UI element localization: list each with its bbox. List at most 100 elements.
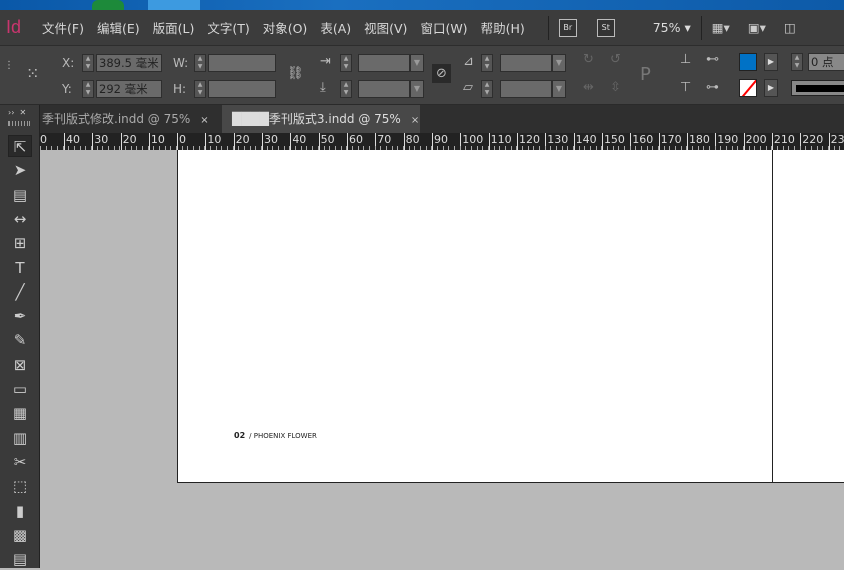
rotate-ccw-icon[interactable]: ↺ <box>610 52 621 67</box>
ruler-tick <box>91 146 93 150</box>
link-scale-icon[interactable]: ⊘ <box>432 64 451 83</box>
page-tool-icon[interactable]: ▤ <box>8 184 32 206</box>
rotation-dropdown[interactable]: ▼ <box>552 54 566 72</box>
menu-7[interactable]: 窗口(W) <box>420 18 467 37</box>
scale-x-icon: ⇥ <box>320 54 331 69</box>
scale-x-stepper[interactable]: ▲ ▼ <box>340 54 352 72</box>
pen-tool-icon[interactable]: ✒ <box>8 305 32 327</box>
pencil-tool-icon[interactable]: ✎ <box>8 329 32 351</box>
bridge-button[interactable]: Br <box>558 18 577 37</box>
menu-3[interactable]: 文字(T) <box>207 18 249 37</box>
ruler-tick <box>119 146 121 150</box>
h-field[interactable] <box>208 80 276 98</box>
close-icon[interactable]: × <box>200 115 208 126</box>
ruler-label: 70 <box>375 133 391 150</box>
rotate-cw-icon[interactable]: ↻ <box>583 52 594 67</box>
menu-8[interactable]: 帮助(H) <box>481 18 525 37</box>
horizontal-grid-tool-icon[interactable]: ▦ <box>8 402 32 424</box>
panel-grip-icon[interactable] <box>8 121 30 126</box>
view-mode-icon[interactable]: ▣▾ <box>748 20 766 35</box>
reference-point-icon[interactable]: ⁙ <box>26 64 39 83</box>
scale-y-field[interactable] <box>358 80 410 98</box>
line-tool-icon[interactable]: ╱ <box>8 281 32 303</box>
ruler-tick <box>62 146 64 150</box>
rectangle-tool-icon[interactable]: ▭ <box>8 378 32 400</box>
ruler-tick <box>108 146 110 150</box>
collapse-panel-icon[interactable]: ›› ✕ <box>8 108 26 117</box>
gap-tool-icon[interactable]: ↔ <box>8 208 32 230</box>
menu-4[interactable]: 对象(O) <box>263 18 308 37</box>
ruler-label: 10 <box>148 133 165 150</box>
ruler-tick <box>74 146 76 150</box>
x-stepper[interactable]: ▲ ▼ <box>82 54 94 72</box>
stroke-type-dropdown[interactable] <box>791 80 844 96</box>
selection-tool-icon[interactable]: ⇱ <box>8 135 32 157</box>
flip-vertical-icon[interactable]: ⇳ <box>610 80 621 95</box>
document-page[interactable]: 02/ PHOENIX FLOWER <box>177 150 773 483</box>
direct-selection-tool-icon[interactable]: ➤ <box>8 159 32 181</box>
content-collector-tool-icon[interactable]: ⊞ <box>8 232 32 254</box>
facing-page[interactable] <box>772 150 844 483</box>
ruler-tick <box>102 146 104 150</box>
ruler-label: 80 <box>403 133 420 150</box>
ruler-tick <box>45 146 47 150</box>
y-stepper[interactable]: ▲ ▼ <box>82 80 94 98</box>
gradient-feather-tool-icon[interactable]: ▩ <box>8 524 32 546</box>
select-content-icon[interactable]: ⊤ <box>680 80 691 95</box>
w-field[interactable] <box>208 54 276 72</box>
shear-field[interactable] <box>500 80 552 98</box>
fill-menu-button[interactable]: ▶ <box>764 53 778 71</box>
stroke-weight-field[interactable]: 0 点 <box>808 53 844 71</box>
gradient-swatch-tool-icon[interactable]: ▮ <box>8 500 32 522</box>
scale-x-dropdown[interactable]: ▼ <box>410 54 424 72</box>
stroke-weight-stepper[interactable]: ▲ ▼ <box>791 53 803 71</box>
select-container-icon[interactable]: ⊥ <box>680 52 691 67</box>
stroke-swatch-none[interactable] <box>739 79 757 97</box>
menu-5[interactable]: 表(A) <box>320 18 351 37</box>
menu-2[interactable]: 版面(L) <box>153 18 195 37</box>
rotation-field[interactable] <box>500 54 552 72</box>
menu-1[interactable]: 编辑(E) <box>97 18 140 37</box>
desktop-background <box>0 0 844 10</box>
note-tool-icon[interactable]: ▤ <box>8 548 32 570</box>
select-previous-icon[interactable]: ⊷ <box>706 52 719 67</box>
scale-y-dropdown[interactable]: ▼ <box>410 80 424 98</box>
ruler-label: 20 <box>120 133 137 150</box>
y-field[interactable]: 292 毫米 <box>96 80 162 98</box>
scale-x-field[interactable] <box>358 54 410 72</box>
shear-stepper[interactable]: ▲ ▼ <box>481 80 493 98</box>
ruler-tick <box>170 146 172 150</box>
scale-y-stepper[interactable]: ▲ ▼ <box>340 80 352 98</box>
rectangle-frame-tool-icon[interactable]: ⊠ <box>8 354 32 376</box>
x-field[interactable]: 389.5 毫米 <box>96 54 162 72</box>
rotation-stepper[interactable]: ▲ ▼ <box>481 54 493 72</box>
fill-swatch[interactable] <box>739 53 757 71</box>
tab-document-1[interactable]: 季刊版式修改.indd @ 75% × <box>38 105 218 133</box>
shear-dropdown[interactable]: ▼ <box>552 80 566 98</box>
horizontal-ruler[interactable]: 0 40 30 20 10 0 10 20 30 40 50 60 70 80 90 100 110 120 130… <box>40 133 844 150</box>
menu-0[interactable]: 文件(F) <box>42 18 84 37</box>
folio: 02/ PHOENIX FLOWER <box>234 431 317 440</box>
tab-document-2[interactable]: ████季刊版式3.indd @ 75% × <box>222 105 420 133</box>
flip-horizontal-icon[interactable]: ⇹ <box>583 80 594 95</box>
constrain-proportions-icon[interactable]: ⛓ <box>287 66 304 81</box>
scissors-tool-icon[interactable]: ✂ <box>8 451 32 473</box>
vertical-grid-tool-icon[interactable]: ▥ <box>8 427 32 449</box>
stock-button[interactable]: St <box>596 18 615 37</box>
ruler-label: 10 <box>205 133 221 150</box>
free-transform-tool-icon[interactable]: ⬚ <box>8 475 32 497</box>
screen-mode-icon[interactable]: ▦▾ <box>712 20 730 35</box>
zoom-dropdown[interactable]: 75% ▾ <box>653 20 691 35</box>
ruler-label: 50 <box>318 133 335 150</box>
ruler-tick <box>79 146 81 150</box>
w-stepper[interactable]: ▲ ▼ <box>194 54 206 72</box>
arrange-documents-icon[interactable]: ◫ <box>784 20 796 35</box>
control-panel: ⋮ ⁙ X: ▲ ▼ 389.5 毫米 Y: ▲ ▼ 292 毫米 W: ▲ ▼ H:… <box>0 45 844 105</box>
close-icon[interactable]: × <box>411 115 419 126</box>
type-tool-icon[interactable]: T <box>8 257 32 279</box>
stroke-menu-button[interactable]: ▶ <box>764 79 778 97</box>
menu-6[interactable]: 视图(V) <box>364 18 407 37</box>
h-stepper[interactable]: ▲ ▼ <box>194 80 206 98</box>
menu-bar: Id 文件(F) 编辑(E) 版面(L) 文字(T) 对象(O) 表(A) 视图(V) 窗口(… <box>0 10 844 45</box>
select-next-icon[interactable]: ⊶ <box>706 80 719 95</box>
